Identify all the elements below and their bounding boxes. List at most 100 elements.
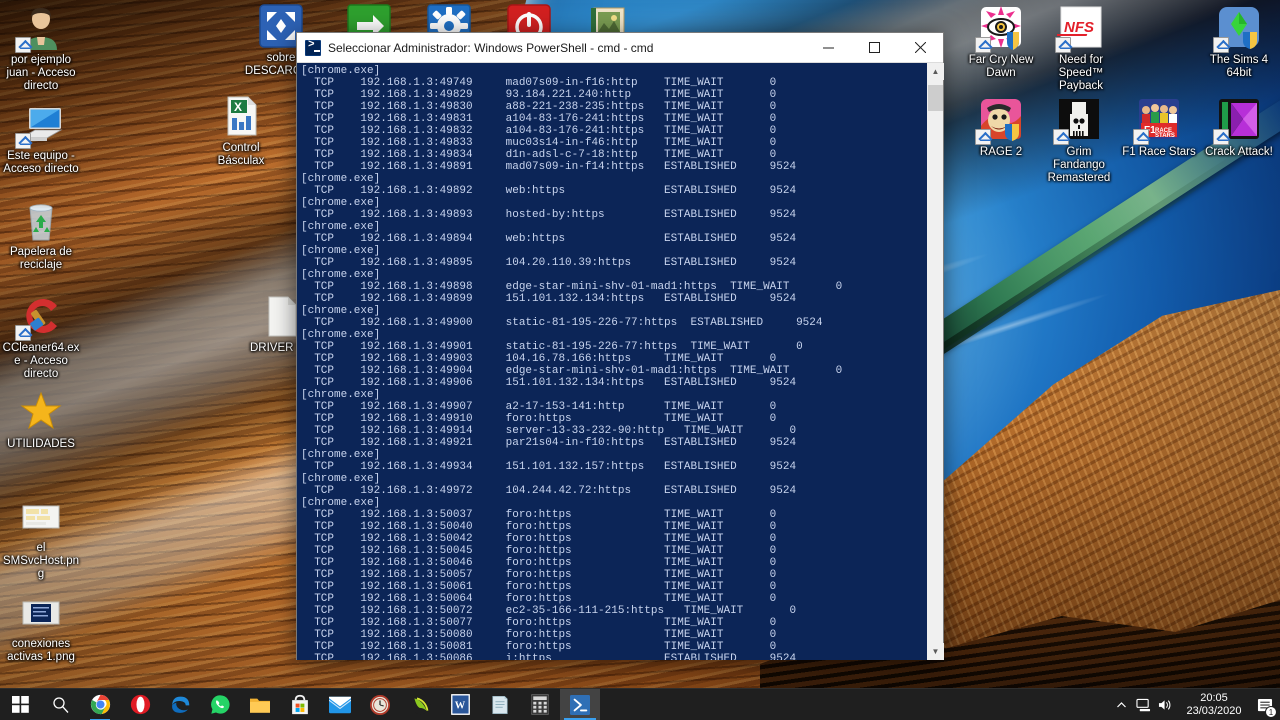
console-line: [chrome.exe] bbox=[301, 473, 381, 485]
taskbar-mail[interactable] bbox=[320, 689, 360, 720]
desktop-icon-label: UTILIDADES bbox=[7, 438, 75, 450]
shortcut-overlay-icon bbox=[975, 37, 991, 53]
desktop-icon-papelera-de-reciclaje[interactable]: Papelera de reciclaje bbox=[2, 196, 80, 272]
powershell-window[interactable]: Seleccionar Administrador: Windows Power… bbox=[296, 32, 944, 660]
desktop-icon-conexiones-activas-1-png[interactable]: conexiones activas 1.png bbox=[2, 588, 80, 664]
console-body[interactable]: [chrome.exe] TCP 192.168.1.3:49749 mad07… bbox=[297, 63, 944, 660]
network-icon[interactable] bbox=[1132, 689, 1154, 720]
console-line: TCP 192.168.1.3:50042 foro:https TIME_WA… bbox=[301, 533, 777, 545]
svg-text:X: X bbox=[234, 100, 242, 114]
desktop-icon-crack-attack[interactable]: Crack Attack! bbox=[1200, 96, 1278, 159]
console-output[interactable]: [chrome.exe] TCP 192.168.1.3:49749 mad07… bbox=[297, 63, 926, 660]
desktop-icon-rage-2[interactable]: RAGE 2 bbox=[962, 96, 1040, 159]
console-line: [chrome.exe] bbox=[301, 197, 381, 209]
desktop-icon-the-sims-4-64bit[interactable]: The Sims 4 64bit bbox=[1200, 4, 1278, 80]
clock-date: 23/03/2020 bbox=[1186, 705, 1242, 717]
console-line: TCP 192.168.1.3:50081 foro:https TIME_WA… bbox=[301, 641, 777, 653]
system-tray[interactable]: 20:05 23/03/2020 1 bbox=[1110, 689, 1280, 720]
desktop-icon-label: Far Cry New Dawn bbox=[968, 54, 1034, 79]
desktop-icon-por-ejemplo-juan[interactable]: por ejemplo juan - Acceso directo bbox=[2, 4, 80, 93]
console-line: [chrome.exe] bbox=[301, 329, 381, 341]
taskbar[interactable]: W 20:05 23/03/2020 1 bbox=[0, 688, 1280, 720]
taskbar-notepad[interactable] bbox=[480, 689, 520, 720]
maximize-button[interactable] bbox=[851, 33, 897, 63]
start-button[interactable] bbox=[0, 689, 40, 720]
desktop-icon-f1-race-stars[interactable]: F1 RACE STARS F1 Race Stars bbox=[1120, 96, 1198, 159]
svg-text:NFS: NFS bbox=[1064, 19, 1094, 36]
window-titlebar[interactable]: Seleccionar Administrador: Windows Power… bbox=[297, 33, 943, 63]
console-line: TCP 192.168.1.3:49906 151.101.132.134:ht… bbox=[301, 377, 797, 389]
taskbar-clock-app[interactable] bbox=[360, 689, 400, 720]
minimize-button[interactable] bbox=[805, 33, 851, 63]
console-line: TCP 192.168.1.3:49914 server-13-33-232-9… bbox=[301, 425, 797, 437]
console-line: [chrome.exe] bbox=[301, 245, 381, 257]
desktop-icon-utilidades[interactable]: UTILIDADES bbox=[2, 388, 80, 451]
desktop-icon-label: por ejemplo juan - Acceso directo bbox=[6, 54, 76, 92]
search-button[interactable] bbox=[40, 689, 80, 720]
taskbar-powershell[interactable] bbox=[560, 688, 600, 720]
taskbar-opera[interactable] bbox=[120, 689, 160, 720]
desktop-icon-label: Grim Fandango Remastered bbox=[1047, 146, 1111, 184]
desktop-icon-control-basculax[interactable]: X Control Básculax bbox=[202, 92, 280, 168]
volume-icon[interactable] bbox=[1154, 689, 1176, 720]
taskbar-utorrent[interactable] bbox=[400, 689, 440, 720]
clock[interactable]: 20:05 23/03/2020 bbox=[1176, 689, 1252, 720]
console-line: TCP 192.168.1.3:49904 edge-star-mini-shv… bbox=[301, 365, 843, 377]
scrollbar-thumb[interactable] bbox=[928, 85, 943, 111]
console-line: TCP 192.168.1.3:49832 a104-83-176-241:ht… bbox=[301, 125, 777, 137]
console-line: TCP 192.168.1.3:49830 a88-221-238-235:ht… bbox=[301, 101, 777, 113]
desktop-icon-need-for-speed-payback[interactable]: NFS Need for Speed™ Payback bbox=[1042, 4, 1120, 93]
desktop-icon-far-cry-new-dawn[interactable]: Far Cry New Dawn bbox=[962, 4, 1040, 80]
desktop-icon-grim-fandango-remastered[interactable]: Grim Fandango Remastered bbox=[1040, 96, 1118, 185]
svg-text:W: W bbox=[454, 700, 465, 711]
desktop-icon-este-equipo[interactable]: Este equipo - Acceso directo bbox=[2, 100, 80, 176]
console-scrollbar[interactable]: ▲ ▼ bbox=[926, 63, 944, 660]
shortcut-overlay-icon bbox=[975, 129, 991, 145]
notification-count-badge: 1 bbox=[1265, 706, 1277, 718]
ccleaner-icon bbox=[15, 292, 65, 341]
taskbar-explorer[interactable] bbox=[240, 689, 280, 720]
taskbar-edge[interactable] bbox=[160, 689, 200, 720]
desktop-icon-label: RAGE 2 bbox=[979, 146, 1023, 158]
desktop-icon-ccleaner64[interactable]: CCleaner64.exe - Acceso directo bbox=[2, 292, 80, 381]
console-line: TCP 192.168.1.3:50037 foro:https TIME_WA… bbox=[301, 509, 777, 521]
console-line: TCP 192.168.1.3:49900 static-81-195-226-… bbox=[301, 317, 823, 329]
console-line: TCP 192.168.1.3:49749 mad07s09-in-f16:ht… bbox=[301, 77, 777, 89]
taskbar-whatsapp[interactable] bbox=[200, 689, 240, 720]
desktop-icon-el-smsvchost-png[interactable]: el SMSvcHost.png bbox=[2, 492, 80, 581]
desktop[interactable]: por ejemplo juan - Acceso directo Este e… bbox=[0, 0, 1280, 720]
scroll-down-arrow-icon[interactable]: ▼ bbox=[927, 643, 944, 660]
console-line: TCP 192.168.1.3:50061 foro:https TIME_WA… bbox=[301, 581, 777, 593]
scroll-up-arrow-icon[interactable]: ▲ bbox=[927, 63, 944, 80]
console-line: [chrome.exe] bbox=[301, 221, 381, 233]
desktop-icon-label: Control Básculax bbox=[217, 142, 265, 167]
console-line: TCP 192.168.1.3:49829 93.184.221.240:htt… bbox=[301, 89, 777, 101]
taskbar-calculator[interactable] bbox=[520, 689, 560, 720]
taskbar-store[interactable] bbox=[280, 689, 320, 720]
this-pc-icon bbox=[15, 100, 65, 149]
console-line: [chrome.exe] bbox=[301, 65, 381, 77]
close-button[interactable] bbox=[897, 33, 943, 63]
taskbar-word[interactable]: W bbox=[440, 689, 480, 720]
desktop-icon-label: Need for Speed™ Payback bbox=[1058, 54, 1104, 92]
console-line: [chrome.exe] bbox=[301, 449, 381, 461]
console-line: TCP 192.168.1.3:49972 104.244.42.72:http… bbox=[301, 485, 797, 497]
taskbar-chrome[interactable] bbox=[80, 689, 120, 720]
grim-fandango-icon bbox=[1053, 96, 1103, 145]
desktop-icon-label: Papelera de reciclaje bbox=[9, 246, 73, 271]
star-folder-icon bbox=[17, 388, 65, 436]
desktop-icon-label: Este equipo - Acceso directo bbox=[3, 150, 79, 175]
recycle-bin-icon bbox=[17, 196, 65, 244]
desktop-icon-label: conexiones activas 1.png bbox=[7, 638, 75, 663]
console-line: TCP 192.168.1.3:49934 151.101.132.157:ht… bbox=[301, 461, 797, 473]
console-line: TCP 192.168.1.3:49910 foro:https TIME_WA… bbox=[301, 413, 777, 425]
crack-attack-icon bbox=[1213, 96, 1263, 145]
image-file-icon bbox=[17, 588, 65, 636]
console-line: TCP 192.168.1.3:49834 d1n-adsl-c-7-18:ht… bbox=[301, 149, 777, 161]
console-line: TCP 192.168.1.3:49899 151.101.132.134:ht… bbox=[301, 293, 797, 305]
console-line: TCP 192.168.1.3:49901 static-81-195-226-… bbox=[301, 341, 803, 353]
console-line: TCP 192.168.1.3:49895 104.20.110.39:http… bbox=[301, 257, 797, 269]
show-hidden-icons-chevron-up-icon[interactable] bbox=[1110, 689, 1132, 720]
notifications-button[interactable]: 1 bbox=[1252, 689, 1278, 720]
clock-time: 20:05 bbox=[1200, 692, 1228, 704]
